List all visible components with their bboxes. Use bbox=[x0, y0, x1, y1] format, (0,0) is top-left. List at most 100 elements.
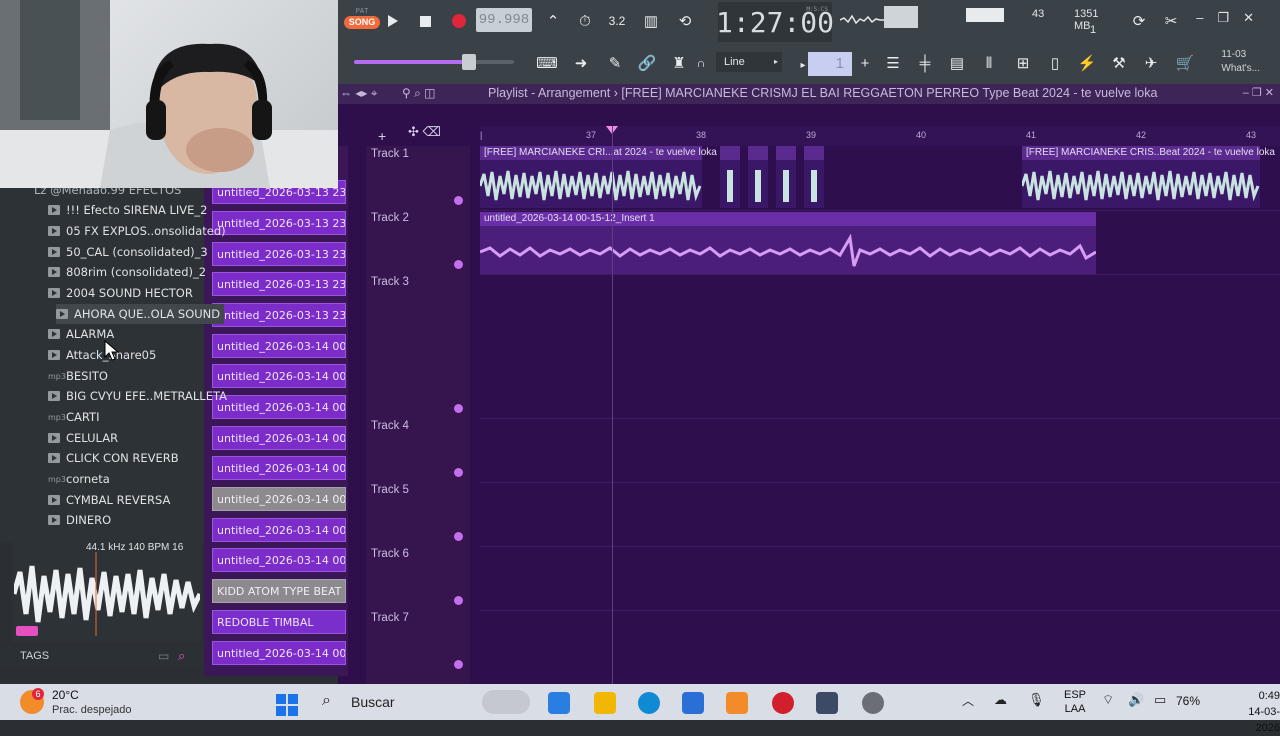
link-icon[interactable]: 🔗 bbox=[634, 50, 660, 76]
browser-item[interactable]: mp3 corneta bbox=[48, 469, 110, 489]
track-lanes[interactable]: [FREE] MARCIANEKE CRI...at 2024 - te vue… bbox=[480, 146, 1280, 684]
menu-arrows-icon[interactable]: ⇔ ◂▸ ⌖ bbox=[340, 86, 377, 101]
language-indicator[interactable]: ESP LAA bbox=[1064, 688, 1086, 716]
clip-item[interactable]: untitled_2026-03-14 00... bbox=[212, 518, 346, 542]
folder-open-icon[interactable]: ▭ bbox=[158, 649, 169, 663]
onedrive-icon[interactable]: ☁ bbox=[994, 692, 1007, 708]
playlist-window-controls[interactable]: – ❐ ✕ bbox=[1243, 86, 1274, 99]
browser-item[interactable]: CYMBAL REVERSA bbox=[48, 490, 170, 510]
clip-item[interactable]: untitled_2026-03-14 00... bbox=[212, 395, 346, 419]
zoom-icon[interactable]: ⚲ ⌕ ◫ bbox=[402, 86, 436, 101]
countdown-icon[interactable]: 3.2 bbox=[604, 8, 630, 34]
chevron-up-icon[interactable]: ︿ bbox=[962, 692, 974, 709]
pattern-selector[interactable]: 1 bbox=[808, 52, 852, 76]
track-mute-led[interactable] bbox=[454, 260, 463, 269]
widget-image-icon[interactable] bbox=[482, 690, 530, 714]
clip-item-selected[interactable]: untitled_2026-03-14 00... bbox=[212, 487, 346, 511]
clip-item[interactable]: untitled_2026-03-14 00... bbox=[212, 364, 346, 388]
track-name[interactable]: Track 3 bbox=[371, 276, 409, 288]
audio-clip[interactable] bbox=[720, 146, 740, 208]
patcher-icon[interactable]: ⊞ bbox=[1010, 50, 1036, 76]
sample-preview[interactable]: 44.1 kHz 140 BPM 16 bbox=[12, 542, 202, 642]
channel-rack-icon[interactable]: ▤ bbox=[944, 50, 970, 76]
add-pattern-icon[interactable]: + bbox=[852, 50, 878, 76]
file-explorer-icon[interactable] bbox=[594, 692, 616, 714]
clip-item[interactable]: untitled_2026-03-13 23... bbox=[212, 272, 346, 296]
whats-new-panel[interactable]: 11-03 What's... bbox=[1221, 48, 1260, 76]
tags-label[interactable]: TAGS bbox=[20, 650, 49, 662]
step-edit-icon[interactable]: ▥ bbox=[638, 8, 664, 34]
tuner-icon[interactable]: ⚒ bbox=[1106, 50, 1132, 76]
taskbar-clock[interactable]: 0:49 14-03-2026 bbox=[1228, 688, 1280, 736]
arrow-right-icon[interactable]: ➜ bbox=[568, 50, 594, 76]
clip-item[interactable]: untitled_2026-03-14 00... bbox=[212, 548, 346, 572]
browser-item-selected[interactable]: AHORA QUE..OLA SOUND bbox=[56, 304, 225, 324]
microphone-icon[interactable]: 🎙 bbox=[1028, 692, 1045, 708]
browser-item[interactable]: 05 FX EXPLOS..onsolidated) bbox=[48, 221, 226, 241]
track-mute-led[interactable] bbox=[454, 404, 463, 413]
clip-item[interactable]: KIDD ATOM TYPE BEAT bbox=[212, 579, 346, 603]
video-icon[interactable]: ✈ bbox=[1138, 50, 1164, 76]
close-icon[interactable]: ✕ bbox=[1243, 10, 1254, 26]
tempo-display[interactable]: 99.998 bbox=[476, 8, 532, 32]
weather-description[interactable]: Prac. despejado bbox=[52, 704, 132, 716]
track-name[interactable]: Track 4 bbox=[371, 420, 409, 432]
minimize-icon[interactable]: – bbox=[1196, 10, 1203, 26]
browser-item[interactable]: !!! Efecto SIRENA LIVE_2 bbox=[48, 200, 207, 220]
snap-mode-select[interactable]: Line ▸ bbox=[716, 52, 782, 72]
timeline-ruler[interactable]: | 37 38 39 40 41 42 43 bbox=[480, 126, 1280, 146]
browser-item[interactable]: mp3 CARTI bbox=[48, 407, 99, 427]
song-position-slider[interactable] bbox=[354, 54, 514, 70]
clip-item[interactable]: untitled_2026-03-13 23... bbox=[212, 303, 346, 327]
clip-item[interactable]: REDOBLE TIMBAL bbox=[212, 610, 346, 634]
stop-button[interactable] bbox=[412, 8, 438, 34]
refresh-icon[interactable]: ⟳ bbox=[1126, 8, 1152, 34]
browser-item[interactable]: BIG CVYU EFE..METRALLETA bbox=[48, 386, 227, 406]
battery-percent[interactable]: 76% bbox=[1176, 694, 1200, 708]
store-icon[interactable] bbox=[682, 692, 704, 714]
fl-studio-icon[interactable] bbox=[726, 692, 748, 714]
track-name[interactable]: Track 6 bbox=[371, 548, 409, 560]
piano-roll-icon[interactable]: ╪ bbox=[912, 50, 938, 76]
browser-item[interactable]: 2004 SOUND HECTOR bbox=[48, 283, 193, 303]
browser-item[interactable]: CELULAR bbox=[48, 428, 118, 448]
pencil-icon[interactable]: ✎ bbox=[602, 50, 628, 76]
add-track-icon[interactable]: + bbox=[378, 128, 386, 144]
preview-play-icon[interactable] bbox=[16, 626, 38, 636]
typing-keyboard-icon[interactable]: ⌨ bbox=[534, 50, 560, 76]
browser-item[interactable]: 808rim (consolidated)_2 bbox=[48, 262, 206, 282]
clip-item[interactable]: untitled_2026-03-14 00... bbox=[212, 641, 346, 665]
audio-clip[interactable]: untitled_2026-03-14 00-15-12_Insert 1 bbox=[480, 212, 1096, 274]
audio-clip[interactable] bbox=[748, 146, 768, 208]
browser-icon[interactable]: ▯ bbox=[1042, 50, 1068, 76]
tool-icons[interactable]: ✣ ⌫ bbox=[408, 124, 441, 140]
track-mute-led[interactable] bbox=[454, 532, 463, 541]
taskbar-search[interactable]: Buscar bbox=[351, 694, 395, 710]
track-mute-led[interactable] bbox=[454, 660, 463, 669]
browser-item[interactable]: CLICK CON REVERB bbox=[48, 448, 179, 468]
magnet-icon[interactable]: ∩ bbox=[694, 54, 708, 72]
clip-item[interactable]: untitled_2026-03-14 00... bbox=[212, 426, 346, 450]
browser-item[interactable]: mp3 BESITO bbox=[48, 366, 108, 386]
shop-icon[interactable]: 🛒 bbox=[1172, 50, 1198, 76]
pat-song-toggle[interactable]: PAT SONG bbox=[344, 8, 380, 34]
browser-item[interactable]: Attack_Snare05 bbox=[48, 345, 156, 365]
browser-item[interactable]: DINERO bbox=[48, 510, 111, 530]
davinci-icon[interactable] bbox=[816, 692, 838, 714]
clip-item[interactable]: untitled_2026-03-14 00... bbox=[212, 456, 346, 480]
edge-icon[interactable] bbox=[638, 692, 660, 714]
plugin-icon[interactable]: ⚡ bbox=[1074, 50, 1100, 76]
mixer-icon[interactable]: ⫴ bbox=[976, 50, 1002, 76]
browser-item[interactable]: 50_CAL (consolidated)_3 bbox=[48, 242, 208, 262]
battery-icon[interactable]: ▭ bbox=[1154, 692, 1166, 708]
track-name[interactable]: Track 7 bbox=[371, 612, 409, 624]
audio-clip[interactable]: [FREE] MARCIANEKE CRI...at 2024 - te vue… bbox=[480, 146, 717, 208]
loop-record-icon[interactable]: ⟲ bbox=[672, 8, 698, 34]
obs-icon[interactable] bbox=[862, 692, 884, 714]
playlist-icon[interactable]: ☰ bbox=[880, 50, 906, 76]
track-mute-led[interactable] bbox=[454, 468, 463, 477]
stamp-icon[interactable]: ♜ bbox=[666, 50, 692, 76]
copilot-icon[interactable] bbox=[548, 692, 570, 714]
maximize-icon[interactable]: ❐ bbox=[1217, 10, 1229, 26]
volume-icon[interactable]: 🔊 bbox=[1128, 692, 1144, 708]
